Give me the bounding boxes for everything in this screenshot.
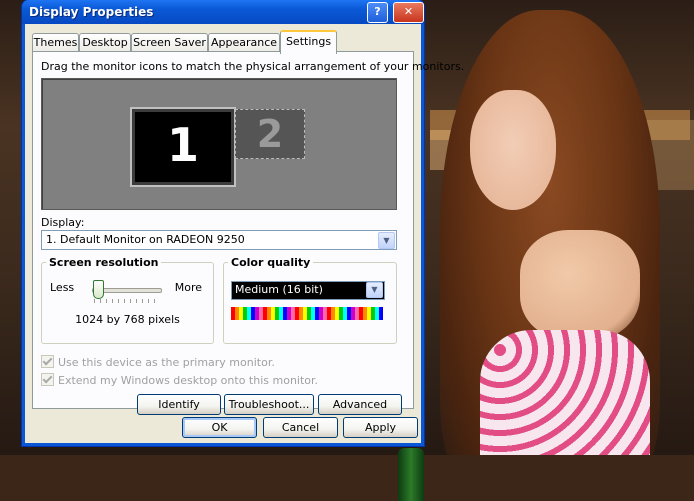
chevron-down-icon[interactable]: ▼: [378, 232, 395, 249]
monitor-2-number: 2: [256, 112, 284, 156]
display-properties-dialog: Display Properties ? ✕ Themes Desktop Sc…: [22, 0, 464, 446]
settings-panel: Drag the monitor icons to match the phys…: [32, 51, 464, 415]
wallpaper-bottle: [398, 448, 424, 501]
screen-resolution-legend: Screen resolution: [49, 256, 159, 269]
checkbox-checked-icon: [41, 355, 54, 368]
display-dropdown-value: 1. Default Monitor on RADEON 9250: [46, 233, 245, 246]
tab-appearance[interactable]: Appearance: [208, 33, 280, 52]
wallpaper-person-shoulder: [520, 230, 640, 340]
window-title: Display Properties: [29, 5, 154, 19]
tab-settings[interactable]: Settings: [280, 30, 337, 54]
advanced-button[interactable]: Advanced: [318, 394, 402, 415]
color-quality-group: Color quality Medium (16 bit) ▼: [223, 256, 397, 344]
display-dropdown[interactable]: 1. Default Monitor on RADEON 9250 ▼: [41, 230, 397, 250]
color-quality-value: Medium (16 bit): [235, 283, 323, 296]
color-spectrum-bar: [231, 307, 383, 320]
monitor-2-icon[interactable]: 2: [235, 109, 305, 159]
dialog-client-area: Themes Desktop Screen Saver Appearance S…: [25, 24, 464, 443]
less-label: Less: [50, 281, 75, 294]
monitor-arrangement-area[interactable]: 1 2: [41, 78, 397, 210]
identify-button[interactable]: Identify: [137, 394, 221, 415]
display-label: Display:: [41, 216, 85, 229]
monitor-1-number: 1: [166, 118, 199, 172]
apply-button[interactable]: Apply: [343, 417, 418, 438]
tab-desktop[interactable]: Desktop: [79, 33, 131, 52]
chevron-down-icon[interactable]: ▼: [366, 282, 383, 298]
color-quality-dropdown[interactable]: Medium (16 bit) ▼: [231, 281, 385, 300]
close-icon[interactable]: ✕: [393, 2, 424, 23]
primary-monitor-checkbox: Use this device as the primary monitor.: [41, 355, 275, 369]
screen-resolution-group: Screen resolution Less More 1024 by 768 …: [41, 256, 214, 344]
ok-button[interactable]: OK: [182, 417, 257, 438]
resolution-value-text: 1024 by 768 pixels: [75, 313, 180, 326]
wallpaper-person-face: [470, 90, 556, 210]
primary-monitor-label: Use this device as the primary monitor.: [58, 356, 275, 369]
resolution-slider-ticks: [94, 299, 160, 303]
tab-screen-saver[interactable]: Screen Saver: [131, 33, 208, 52]
more-label: More: [174, 281, 202, 294]
color-quality-legend: Color quality: [231, 256, 311, 269]
extend-desktop-checkbox: Extend my Windows desktop onto this moni…: [41, 373, 318, 387]
troubleshoot-button[interactable]: Troubleshoot...: [224, 394, 314, 415]
instruction-text: Drag the monitor icons to match the phys…: [41, 60, 465, 73]
title-bar[interactable]: Display Properties ? ✕: [22, 0, 424, 24]
resolution-slider-thumb[interactable]: [93, 280, 104, 299]
help-icon[interactable]: ?: [367, 2, 388, 23]
wallpaper-table: [0, 455, 694, 501]
monitor-1-icon[interactable]: 1: [130, 107, 236, 187]
checkbox-checked-icon: [41, 373, 54, 386]
tab-themes[interactable]: Themes: [32, 33, 79, 52]
cancel-button[interactable]: Cancel: [263, 417, 338, 438]
extend-desktop-label: Extend my Windows desktop onto this moni…: [58, 374, 319, 387]
